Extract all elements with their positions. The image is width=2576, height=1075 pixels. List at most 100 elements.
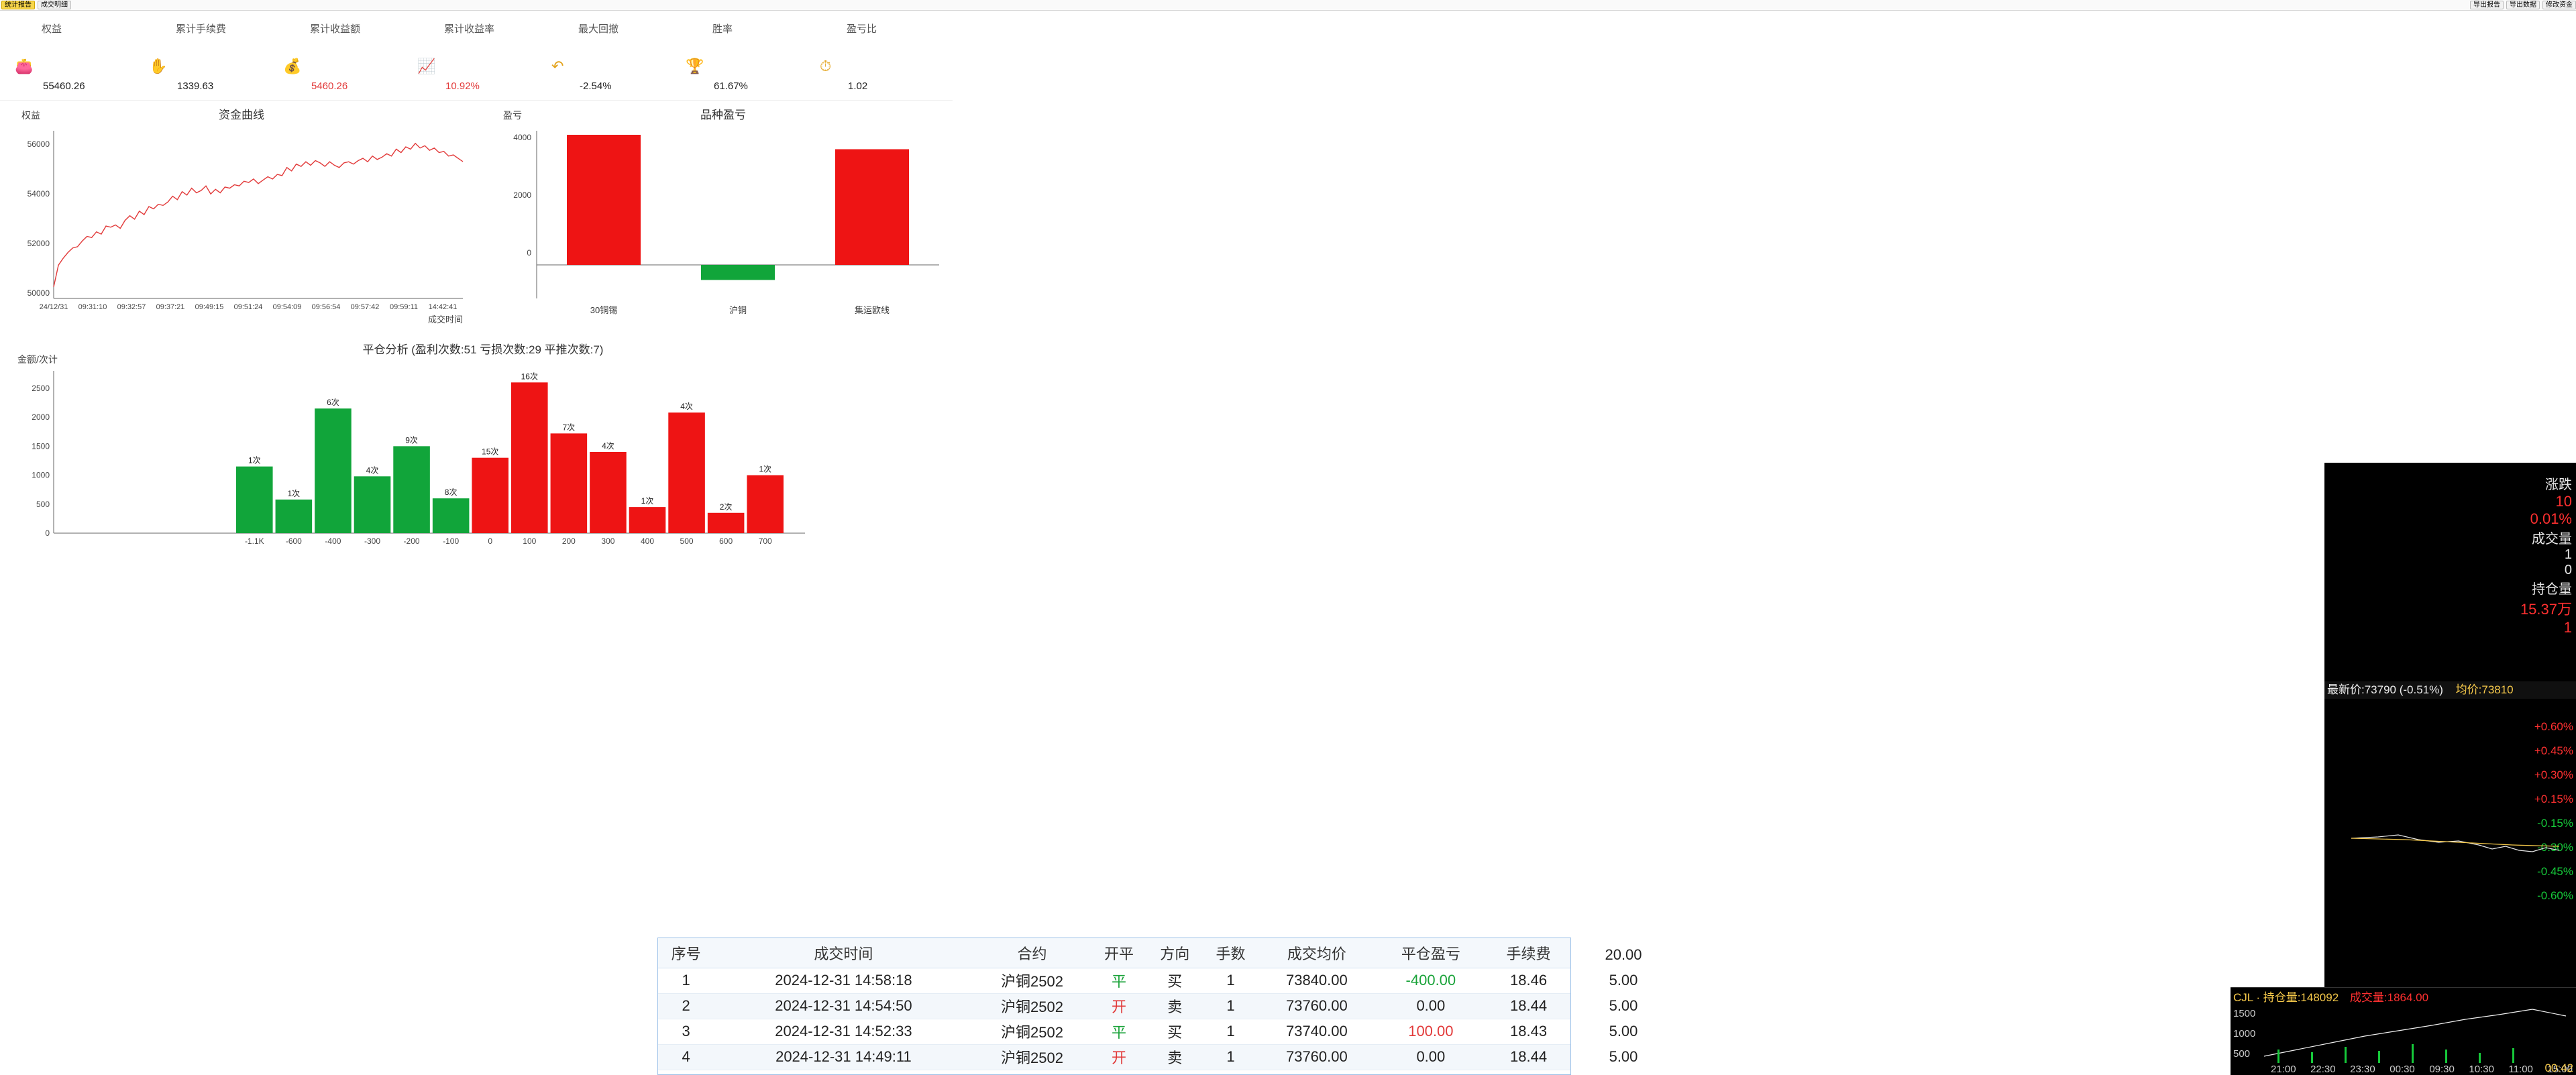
- fee-value: 5.00: [1609, 1023, 1638, 1039]
- export-report-button[interactable]: 导出报告: [2470, 1, 2504, 9]
- quote-spacer: [2324, 463, 2576, 473]
- close-xtick: -300: [364, 536, 380, 546]
- table-row[interactable]: 4 2024-12-31 14:49:11 沪铜2502 开 卖 1 73760…: [658, 1044, 1570, 1070]
- cell-index: 4: [658, 1044, 714, 1070]
- close-bar: [629, 507, 666, 533]
- col-header[interactable]: 手数: [1202, 938, 1259, 968]
- metric-pl-ratio: 盈亏比 ⏱ 1.02: [805, 12, 939, 101]
- col-header[interactable]: 合约: [973, 938, 1091, 968]
- pnl-ytick: 2000: [513, 190, 531, 200]
- close-bar-count: 7次: [563, 422, 576, 432]
- toolbar: 统计报告 成交明细 导出报告 导出数据 修改资金: [0, 0, 2576, 11]
- fee-value: 5.00: [1609, 1048, 1638, 1065]
- close-bar: [472, 457, 508, 533]
- close-ytick: 0: [45, 528, 50, 538]
- metric-return: 累计收益率 📈 10.92%: [402, 12, 537, 101]
- table-header-row: 序号 成交时间 合约 开平 方向 手数 成交均价 平仓盈亏 手续费: [658, 938, 1570, 968]
- col-header[interactable]: 成交时间: [714, 938, 973, 968]
- pct-tick: -0.60%: [2537, 889, 2573, 902]
- equity-xtick: 09:37:21: [156, 303, 185, 311]
- fee-value: 5.00: [1609, 997, 1638, 1014]
- equity-xtick: 24/12/31: [40, 303, 68, 311]
- quote-panel: 涨跌 10 0.01% 成交量 1 0 持仓量 15.37万 1 最新价:737…: [2231, 463, 2576, 1075]
- avg-price: 均价:73810: [2455, 683, 2514, 696]
- edit-capital-button[interactable]: 修改资金: [2542, 1, 2576, 9]
- close-xtick: 200: [562, 536, 576, 546]
- close-xtick: 100: [523, 536, 536, 546]
- cell-lots: 1: [1202, 968, 1259, 994]
- quote-change-pct: 0.01%: [2530, 510, 2572, 527]
- close-bar: [275, 499, 313, 533]
- trades-tab[interactable]: 成交明细: [38, 1, 71, 9]
- cell-direction: 卖: [1146, 1044, 1203, 1070]
- close-xtick: 700: [759, 536, 772, 546]
- pnl-category-label: 集运欧线: [855, 305, 890, 315]
- latest-price: 最新价:73790 (-0.51%): [2327, 683, 2443, 696]
- close-xtick: -100: [443, 536, 459, 546]
- cell-price: 73840.00: [1258, 968, 1375, 994]
- col-header[interactable]: 方向: [1146, 938, 1203, 968]
- table-row[interactable]: 3 2024-12-31 14:52:33 沪铜2502 平 买 1 73740…: [658, 1019, 1570, 1045]
- metric-label: 盈亏比: [847, 23, 877, 35]
- close-xtick: -600: [286, 536, 302, 546]
- close-xtick: 0: [488, 536, 492, 546]
- metric-label: 最大回撤: [578, 23, 619, 35]
- cell-pnl: 100.00: [1375, 1019, 1487, 1045]
- metrics-row: 权益 👛 55460.26 累计手续费 ✋ 1339.63 累计收益额 💰 54…: [0, 12, 953, 101]
- col-header[interactable]: 序号: [658, 938, 714, 968]
- export-data-button[interactable]: 导出数据: [2506, 1, 2540, 9]
- cell-open-close: 平: [1091, 968, 1147, 994]
- metric-value: 1339.63: [177, 80, 214, 92]
- bar-chart-icon: 📈: [417, 58, 436, 74]
- pnl-bar: [835, 149, 909, 265]
- time-tick: 09:30: [2429, 1064, 2455, 1075]
- close-bar: [590, 452, 627, 533]
- table-row[interactable]: 1 2024-12-31 14:58:18 沪铜2502 平 买 1 73840…: [658, 968, 1570, 994]
- equity-ytick: 56000: [28, 139, 50, 149]
- pnl-ytick: 4000: [513, 133, 531, 142]
- close-bars: 1次 -1.1K 1次 -600 6次 -400 4次 -300 9次 -200 8次 -100 15次…: [236, 372, 784, 546]
- col-header[interactable]: 手续费: [1487, 938, 1570, 968]
- cell-index: 1: [658, 968, 714, 994]
- metric-value: 55460.26: [43, 80, 85, 92]
- close-bar: [550, 433, 588, 533]
- metric-equity: 权益 👛 55460.26: [0, 12, 134, 101]
- col-header[interactable]: 成交均价: [1258, 938, 1375, 968]
- metric-label: 胜率: [712, 23, 733, 35]
- pnl-category-label: 30铜锡: [590, 305, 617, 315]
- close-bar-count: 16次: [521, 372, 538, 381]
- equity-xtick: 09:59:11: [390, 303, 418, 311]
- report-tab[interactable]: 统计报告: [1, 1, 35, 9]
- col-header[interactable]: 平仓盈亏: [1375, 938, 1487, 968]
- close-bar-count: 4次: [602, 441, 614, 451]
- time-tick: 22:30: [2310, 1064, 2336, 1075]
- metric-winrate: 胜率 🏆 61.67%: [671, 12, 805, 101]
- trophy-icon: 🏆: [686, 58, 704, 74]
- cell-contract: 沪铜2502: [973, 1044, 1091, 1070]
- close-bar: [236, 466, 273, 533]
- table-row[interactable]: 2 2024-12-31 14:54:50 沪铜2502 开 卖 1 73760…: [658, 993, 1570, 1019]
- cell-time: 2024-12-31 14:49:11: [714, 1044, 973, 1070]
- equity-xtick: 09:49:15: [195, 303, 224, 311]
- metric-value: 1.02: [848, 80, 868, 92]
- close-bar-count: 8次: [445, 488, 458, 497]
- cell-fee: 18.43: [1487, 1019, 1570, 1045]
- metric-value: 5460.26: [311, 80, 348, 92]
- cell-contract: 沪铜2502: [973, 1019, 1091, 1045]
- equity-ytick: 52000: [28, 239, 50, 248]
- close-xtick: 400: [641, 536, 654, 546]
- pnl-bar: [567, 135, 641, 265]
- close-bar: [511, 382, 548, 533]
- close-chart-title: 平仓分析 (盈利次数:51 亏损次数:29 平推次数:7): [363, 343, 604, 356]
- close-bar-count: 4次: [680, 402, 693, 411]
- cell-index: 3: [658, 1019, 714, 1045]
- equity-chart: 资金曲线 权益 成交时间 56000 54000 52000 50000 24/…: [21, 109, 464, 325]
- trade-table: 序号 成交时间 合约 开平 方向 手数 成交均价 平仓盈亏 手续费 1 2024…: [658, 938, 1570, 1070]
- close-xtick: 500: [680, 536, 694, 546]
- close-bar-count: 2次: [720, 502, 733, 512]
- equity-line: [53, 142, 464, 288]
- cell-time: 2024-12-31 14:52:33: [714, 1019, 973, 1045]
- col-header[interactable]: 开平: [1091, 938, 1147, 968]
- equity-xtick: 09:31:10: [78, 303, 107, 311]
- fee-value: 5.00: [1609, 972, 1638, 988]
